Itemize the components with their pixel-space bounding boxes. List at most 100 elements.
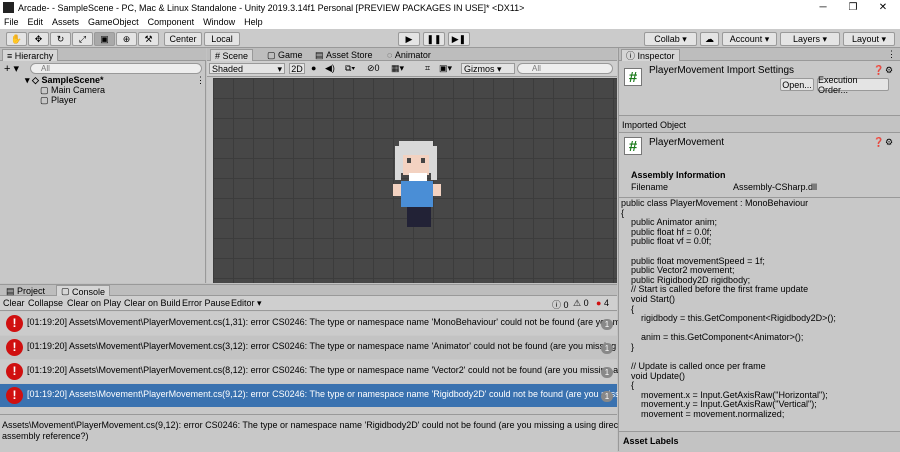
scene-toolbar: Shaded ▾ 2D ● ◀) ⧉▾ ⊘0 ▦▾ ⌗ ▣▾ Gizmos ▾ A… bbox=[207, 61, 617, 77]
object-name: PlayerMovement bbox=[649, 137, 725, 148]
inspector-menu-icon[interactable]: ⋮ bbox=[887, 49, 896, 60]
transform-tool-icon[interactable]: ⊕ bbox=[116, 32, 137, 46]
menu-gameobject[interactable]: GameObject bbox=[88, 17, 139, 27]
menu-component[interactable]: Component bbox=[148, 17, 195, 27]
code-line: movement = movement.normalized; bbox=[621, 409, 785, 420]
scene-viewport[interactable] bbox=[213, 78, 617, 283]
hierarchy-search-input[interactable]: All bbox=[30, 63, 202, 74]
log-count-toggle[interactable]: ⓘ 0 bbox=[552, 298, 569, 311]
object-settings-icon[interactable]: ⚙ bbox=[885, 137, 893, 148]
menu-file[interactable]: File bbox=[4, 17, 19, 27]
effects-icon[interactable]: ⧉▾ bbox=[345, 63, 355, 74]
play-button[interactable]: ▶ bbox=[398, 32, 420, 46]
tab-inspector[interactable]: ⓘ Inspector bbox=[621, 49, 680, 61]
tab-scene[interactable]: # Scene bbox=[210, 49, 254, 61]
message-count: 1 bbox=[601, 343, 613, 354]
scene-tabs: # Scene ▢ Game ▤ Asset Store ◌ Animator bbox=[207, 48, 617, 61]
shading-dropdown[interactable]: Shaded ▾ bbox=[209, 63, 285, 74]
console-panel: ▤ Project ▢ Console Clear Collapse Clear… bbox=[0, 284, 711, 452]
imported-object-label: Imported Object bbox=[622, 120, 687, 130]
rect-tool-icon[interactable]: ▣ bbox=[94, 32, 115, 46]
message-count: 1 bbox=[601, 319, 613, 330]
tab-asset-store[interactable]: ▤ Asset Store bbox=[311, 49, 377, 61]
layout-label: Layout bbox=[851, 34, 879, 44]
close-button[interactable]: ✕ bbox=[868, 0, 898, 15]
rotate-tool-icon[interactable]: ↻ bbox=[50, 32, 71, 46]
scale-tool-icon[interactable]: ⤢ bbox=[72, 32, 93, 46]
menu-help[interactable]: Help bbox=[244, 17, 263, 27]
console-row-selected[interactable]: ! [01:19:20] Assets\Movement\PlayerMovem… bbox=[0, 384, 699, 407]
editor-dropdown[interactable]: Editor ▾ bbox=[231, 298, 262, 309]
grid-toggle-icon[interactable]: ▦▾ bbox=[391, 63, 404, 74]
cloud-icon[interactable]: ☁ bbox=[700, 32, 719, 46]
player-sprite[interactable] bbox=[213, 78, 617, 283]
camera-icon[interactable]: ▣▾ bbox=[439, 63, 452, 74]
open-label: Open... bbox=[782, 79, 812, 90]
error-pause-button[interactable]: Error Pause bbox=[182, 298, 230, 308]
layout-dropdown[interactable]: Layout ▾ bbox=[843, 32, 895, 46]
mode-2d-toggle[interactable]: 2D bbox=[289, 63, 305, 74]
scene-tab-label: Scene bbox=[222, 50, 249, 61]
asset-labels-label: Asset Labels bbox=[623, 436, 679, 446]
pivot-local-toggle[interactable]: Local bbox=[204, 32, 240, 46]
collab-button[interactable]: Collab ▾ bbox=[644, 32, 697, 46]
tools-icon[interactable]: ⌗ bbox=[425, 63, 430, 74]
account-label: Account bbox=[729, 34, 763, 44]
hidden-objects-icon[interactable]: ⊘0 bbox=[367, 63, 380, 74]
console-row[interactable]: ! [01:19:20] Assets\Movement\PlayerMovem… bbox=[0, 360, 678, 383]
code-line: void Start() bbox=[621, 293, 676, 304]
scene-menu-icon[interactable]: ⋮ bbox=[196, 75, 205, 86]
hand-tool-icon[interactable]: ✋ bbox=[6, 32, 27, 46]
collapse-button[interactable]: Collapse bbox=[28, 298, 63, 308]
layers-label: Layers bbox=[792, 34, 820, 44]
maximize-button[interactable]: ❐ bbox=[838, 0, 868, 15]
script-icon: # bbox=[624, 68, 642, 86]
layers-dropdown[interactable]: Layers ▾ bbox=[780, 32, 840, 46]
clear-on-play-button[interactable]: Clear on Play bbox=[67, 298, 121, 308]
create-icon[interactable]: + ▾ bbox=[4, 62, 19, 75]
console-row[interactable]: ! [01:19:20] Assets\Movement\PlayerMovem… bbox=[0, 336, 684, 359]
code-line: public class PlayerMovement : MonoBehavi… bbox=[621, 198, 809, 208]
warning-count-toggle[interactable]: ⚠ 0 bbox=[573, 298, 589, 309]
account-dropdown[interactable]: Account ▾ bbox=[722, 32, 777, 46]
pause-button[interactable]: ❚❚ bbox=[423, 32, 445, 46]
unity-logo-icon bbox=[3, 2, 14, 13]
console-message: [01:19:20] Assets\Movement\PlayerMovemen… bbox=[27, 365, 679, 375]
hierarchy-tab-label: Hierarchy bbox=[14, 50, 54, 61]
menu-bar: File Edit Assets GameObject Component Wi… bbox=[0, 15, 900, 29]
tab-hierarchy[interactable]: ≡ Hierarchy bbox=[2, 49, 59, 61]
object-help-icon[interactable]: ❓ bbox=[873, 137, 884, 148]
scene-search-placeholder: All bbox=[532, 64, 541, 73]
imported-object-header: Imported Object bbox=[619, 115, 900, 133]
console-row[interactable]: ! [01:19:20] Assets\Movement\PlayerMovem… bbox=[0, 312, 711, 335]
script-preview: public class PlayerMovement : MonoBehavi… bbox=[619, 197, 900, 431]
move-tool-icon[interactable]: ✥ bbox=[28, 32, 49, 46]
custom-tool-icon[interactable]: ⚒ bbox=[138, 32, 159, 46]
game-tab-label: Game bbox=[278, 50, 303, 60]
tab-game[interactable]: ▢ Game bbox=[263, 49, 307, 61]
menu-assets[interactable]: Assets bbox=[52, 17, 79, 27]
gizmos-dropdown[interactable]: Gizmos ▾ bbox=[461, 63, 515, 74]
minimize-button[interactable]: ─ bbox=[808, 0, 838, 15]
asset-labels-section[interactable]: Asset Labels bbox=[619, 431, 900, 451]
step-button[interactable]: ▶❚ bbox=[448, 32, 470, 46]
execution-order-button[interactable]: Execution Order... bbox=[817, 75, 889, 95]
menu-window[interactable]: Window bbox=[203, 17, 235, 27]
project-tab-label: Project bbox=[17, 286, 46, 296]
pivot-center-toggle[interactable]: Center bbox=[164, 32, 202, 46]
menu-edit[interactable]: Edit bbox=[28, 17, 44, 27]
scene-name: SampleScene* bbox=[41, 75, 104, 85]
window-title: Arcade- - SampleScene - PC, Mac & Linux … bbox=[18, 2, 525, 13]
hidden-count: 0 bbox=[374, 63, 380, 73]
hierarchy-item-player[interactable]: ▢ Player bbox=[40, 95, 77, 106]
clear-on-build-button[interactable]: Clear on Build bbox=[124, 298, 181, 308]
lighting-icon[interactable]: ● bbox=[311, 63, 316, 73]
open-button[interactable]: Open... bbox=[780, 78, 814, 91]
audio-icon[interactable]: ◀) bbox=[325, 63, 335, 74]
scene-search-input[interactable]: All bbox=[517, 63, 613, 74]
clear-button[interactable]: Clear bbox=[3, 298, 25, 308]
error-count-toggle[interactable]: ● 4 bbox=[596, 298, 609, 308]
tab-animator[interactable]: ◌ Animator bbox=[383, 49, 435, 61]
inspector-header: ⓘ Inspector ⋮ bbox=[619, 48, 900, 61]
animator-tab-label: Animator bbox=[394, 50, 431, 60]
